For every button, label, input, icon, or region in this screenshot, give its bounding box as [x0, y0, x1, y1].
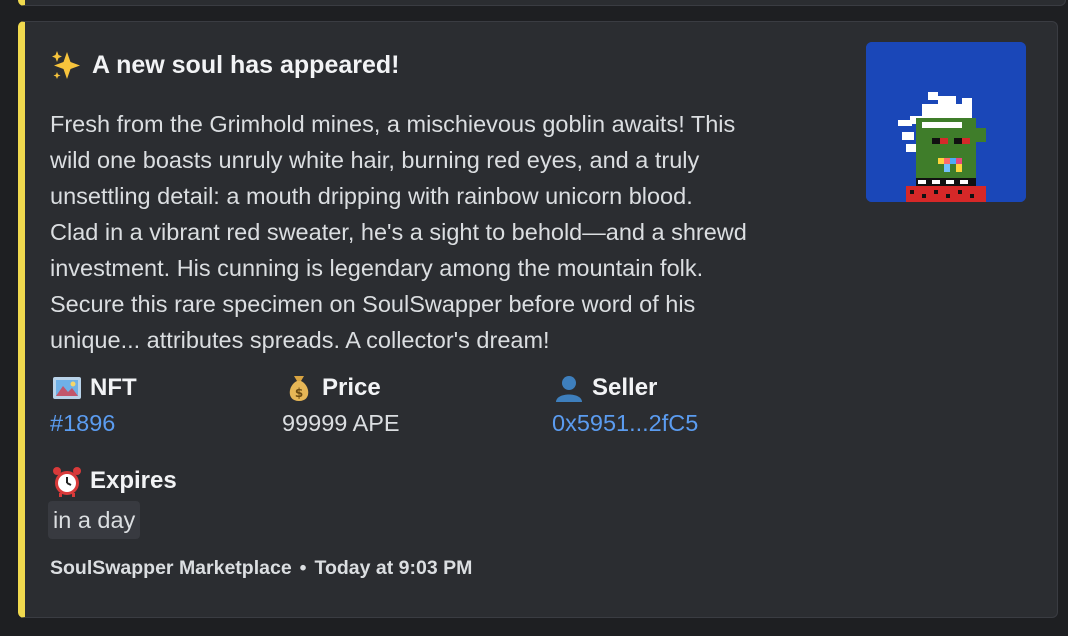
framed-picture-icon: [50, 371, 84, 405]
footer-separator: •: [299, 557, 307, 579]
money-bag-icon: $: [282, 371, 316, 405]
field-price: $ Price 99999 APE: [282, 371, 400, 438]
nft-id-link[interactable]: #1896: [50, 408, 137, 438]
alarm-clock-icon: [50, 464, 84, 498]
nft-listing-embed: A new soul has appeared! Fresh from the …: [18, 21, 1058, 618]
field-expires-name: Expires: [90, 467, 177, 494]
price-value: 99999 APE: [282, 410, 400, 436]
field-price-name: Price: [322, 374, 381, 401]
field-seller: Seller 0x5951...2fC5: [552, 371, 698, 438]
svg-text:$: $: [295, 386, 303, 400]
seller-address-link[interactable]: 0x5951...2fC5: [552, 408, 698, 438]
sparkles-icon: [50, 48, 84, 82]
embed-title-text: A new soul has appeared!: [92, 50, 400, 79]
previous-embed: [18, 0, 1066, 6]
user-silhouette-icon: [552, 371, 586, 405]
footer-timestamp: Today at 9:03 PM: [314, 557, 473, 579]
field-nft-name: NFT: [90, 374, 137, 401]
field-expires: Expires in a day: [48, 464, 177, 539]
field-nft: NFT #1896: [50, 371, 137, 438]
footer-source: SoulSwapper Marketplace: [50, 557, 292, 579]
embed-footer: SoulSwapper Marketplace • Today at 9:03 …: [50, 557, 472, 580]
embed-title: A new soul has appeared!: [50, 48, 399, 82]
embed-description: Fresh from the Grimhold mines, a mischie…: [50, 111, 747, 353]
field-seller-name: Seller: [592, 374, 658, 401]
expires-value: in a day: [48, 501, 141, 539]
nft-thumbnail-image[interactable]: [866, 42, 1026, 202]
